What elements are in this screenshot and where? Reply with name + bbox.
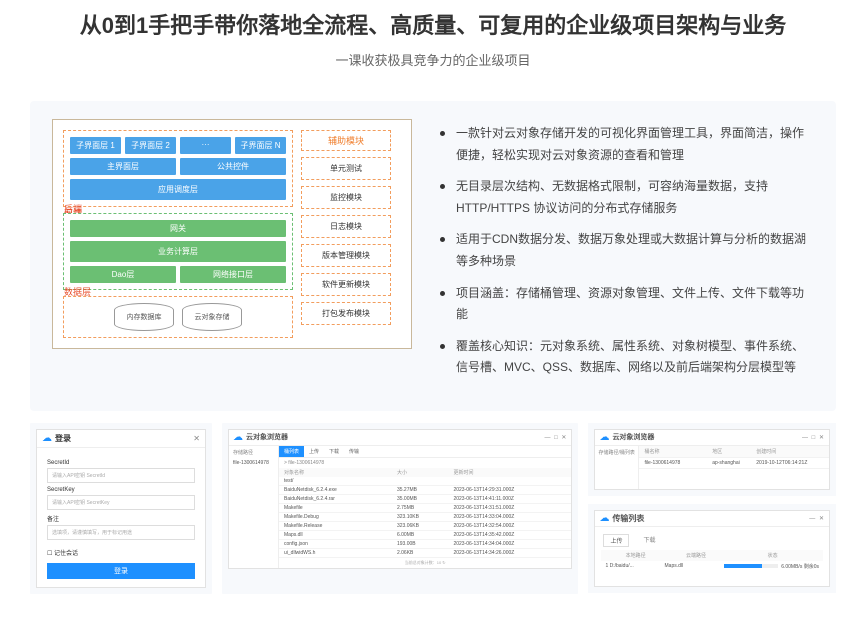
login-screenshot: ☁ 登录 ✕ SecretId 请输入API密钥 SecretId Secret…	[30, 423, 212, 594]
browser-screenshot: ☁ 云对象浏览器 — □ ✕ 存储路径 file-1300614978 桶列表 …	[222, 423, 578, 594]
aux-module: 单元测试	[301, 157, 391, 180]
bullet-item: 无目录层次结构、无数据格式限制，可容纳海量数据，支持 HTTP/HTTPS 协议…	[440, 176, 814, 219]
db-cylinder: 云对象存储	[182, 303, 242, 331]
aux-title: 辅助模块	[301, 130, 391, 151]
window-controls[interactable]: — □ ✕	[802, 434, 825, 441]
col-remote: 云端路径	[666, 552, 726, 559]
diagram-cell: ···	[180, 137, 231, 154]
transfer-screenshot: ☁ 传输列表 — ✕ 上传 下载 本地路径 云端路径 状态	[594, 510, 830, 587]
file-row[interactable]: config.json193.00B2023-06-13T14:34:04.00…	[279, 540, 571, 549]
col-status: 状态	[726, 552, 819, 559]
secretkey-input[interactable]: 请输入API密钥 SecretKey	[47, 495, 195, 510]
diagram-cell: 网络接口层	[180, 266, 286, 283]
bucket-path-label: 存储路径/桶列表	[595, 446, 639, 489]
backend-layer: 后端 网关 业务计算层 Dao层 网络接口层	[63, 213, 293, 290]
cloud-icon: ☁	[599, 513, 609, 524]
close-icon[interactable]: ✕	[193, 434, 200, 443]
remark-label: 备注	[47, 514, 195, 523]
file-row[interactable]: Makefile2.75MB2023-06-13T14:31:51.000Z	[279, 504, 571, 513]
diagram-cell: 子界面层 N	[235, 137, 286, 154]
col-region: 地区	[712, 448, 756, 455]
architecture-diagram: 前端 子界面层 1 子界面层 2 ··· 子界面层 N 主界面层 公共控件	[52, 119, 412, 389]
hero-section: 前端 子界面层 1 子界面层 2 ··· 子界面层 N 主界面层 公共控件	[30, 101, 836, 411]
feature-bullets: 一款针对云对象存储开发的可视化界面管理工具，界面简洁，操作便捷，轻松实现对云对象…	[440, 119, 814, 389]
transfer-remote: Maps.dll	[665, 563, 724, 569]
bucket-name[interactable]: file-1300614978	[233, 460, 274, 466]
tab-download[interactable]: 下载	[324, 446, 344, 457]
bucket-cell: ap-shanghai	[712, 460, 756, 466]
browser-title: 云对象浏览器	[246, 432, 288, 442]
progress-bar	[724, 564, 779, 568]
bucket-cell: 2019-10-12T06:14:21Z	[756, 460, 824, 466]
cloud-icon: ☁	[233, 432, 243, 443]
diagram-cell: 应用调度层	[70, 179, 286, 200]
frontend-layer: 前端 子界面层 1 子界面层 2 ··· 子界面层 N 主界面层 公共控件	[63, 130, 293, 207]
cloud-icon: ☁	[42, 433, 52, 444]
page-title: 从0到1手把手带你落地全流程、高质量、可复用的企业级项目架构与业务	[30, 8, 836, 40]
col-name: 对象名称	[284, 469, 397, 476]
data-tag: 数据层	[64, 285, 91, 298]
aux-module: 版本管理模块	[301, 244, 391, 267]
bullet-item: 覆盖核心知识：元对象系统、属性系统、对象树模型、事件系统、信号槽、MVC、QSS…	[440, 336, 814, 379]
file-row[interactable]: BaiduNetdisk_6.2.4.rar35.00MB2023-06-13T…	[279, 495, 571, 504]
screenshot-row: ☁ 登录 ✕ SecretId 请输入API密钥 SecretId Secret…	[30, 423, 836, 594]
breadcrumb: > file-1300614978	[279, 458, 571, 468]
login-button[interactable]: 登录	[47, 563, 195, 579]
secretid-input[interactable]: 请输入API密钥 SecretId	[47, 468, 195, 483]
col-size: 大小	[397, 469, 453, 476]
aux-module: 软件更新模块	[301, 273, 391, 296]
aux-module: 日志模块	[301, 215, 391, 238]
aux-module: 监控模块	[301, 186, 391, 209]
diagram-cell: 主界面层	[70, 158, 176, 175]
secretkey-label: SecretKey	[47, 487, 195, 493]
remark-input[interactable]: 选填项，请谨慎填写，用于标记用途	[47, 525, 195, 540]
file-row[interactable]: Maps.dll6.00MB2023-06-13T14:35:42.000Z	[279, 531, 571, 540]
diagram-cell: 子界面层 1	[70, 137, 121, 154]
db-cylinder: 内存数据库	[114, 303, 174, 331]
diagram-cell: 公共控件	[180, 158, 286, 175]
backend-tag: 后端	[64, 202, 82, 215]
bucket-panel-title: 云对象浏览器	[612, 432, 654, 442]
login-title: 登录	[55, 433, 71, 444]
col-time: 更新时间	[453, 469, 566, 476]
file-row[interactable]: ui_dllwidWS.h2.06KB2023-06-13T14:34:26.0…	[279, 549, 571, 558]
cloud-icon: ☁	[599, 432, 609, 443]
bullet-item: 项目涵盖：存储桶管理、资源对象管理、文件上传、文件下载等功能	[440, 283, 814, 326]
diagram-cell: Dao层	[70, 266, 176, 283]
transfer-title: 传输列表	[612, 513, 644, 524]
data-layer: 数据层 内存数据库 云对象存储	[63, 296, 293, 338]
col-bucket: 桶名称	[644, 448, 712, 455]
bucket-cell[interactable]: file-1300614978	[644, 460, 712, 466]
diagram-cell: 网关	[70, 220, 286, 237]
page-subtitle: 一课收获极具竞争力的企业级项目	[30, 50, 836, 69]
right-stack: ☁ 云对象浏览器 — □ ✕ 存储路径/桶列表 桶名称 地区 创建时间	[588, 423, 836, 594]
col-local: 本地路径	[605, 552, 665, 559]
object-count: 当前总对象计数：10 ↻	[279, 558, 571, 568]
transfer-local: 1 D:/baidu/...	[605, 563, 664, 569]
bucket-screenshot: ☁ 云对象浏览器 — □ ✕ 存储路径/桶列表 桶名称 地区 创建时间	[594, 429, 830, 490]
transfer-speed: 6.00MB/s 剩余0s	[778, 563, 819, 570]
file-row[interactable]: Makefile.Release323.06KB2023-06-13T14:32…	[279, 522, 571, 531]
file-row[interactable]: Makefile.Debug323.10KB2023-06-13T14:33:0…	[279, 513, 571, 522]
window-controls[interactable]: — ✕	[809, 515, 825, 522]
col-created: 创建时间	[756, 448, 824, 455]
tab-upload[interactable]: 上传	[603, 534, 629, 547]
remember-checkbox[interactable]: ☐ 记住会话	[47, 548, 195, 557]
file-row[interactable]: BaiduNetdisk_6.2.4.exe35.27MB2023-06-13T…	[279, 486, 571, 495]
tab-bucket[interactable]: 桶列表	[279, 446, 304, 457]
bullet-item: 一款针对云对象存储开发的可视化界面管理工具，界面简洁，操作便捷，轻松实现对云对象…	[440, 123, 814, 166]
diagram-cell: 业务计算层	[70, 241, 286, 262]
tab-download[interactable]: 下载	[637, 534, 661, 547]
secretid-label: SecretId	[47, 460, 195, 466]
diagram-cell: 子界面层 2	[125, 137, 176, 154]
bullet-item: 适用于CDN数据分发、数据万象处理或大数据计算与分析的数据湖等多种场景	[440, 229, 814, 272]
tab-upload[interactable]: 上传	[304, 446, 324, 457]
path-label: 存储路径	[233, 449, 274, 456]
file-row[interactable]: test/	[279, 477, 571, 486]
window-controls[interactable]: — □ ✕	[544, 434, 567, 441]
tab-transfer[interactable]: 传输	[344, 446, 364, 457]
aux-module: 打包发布模块	[301, 302, 391, 325]
